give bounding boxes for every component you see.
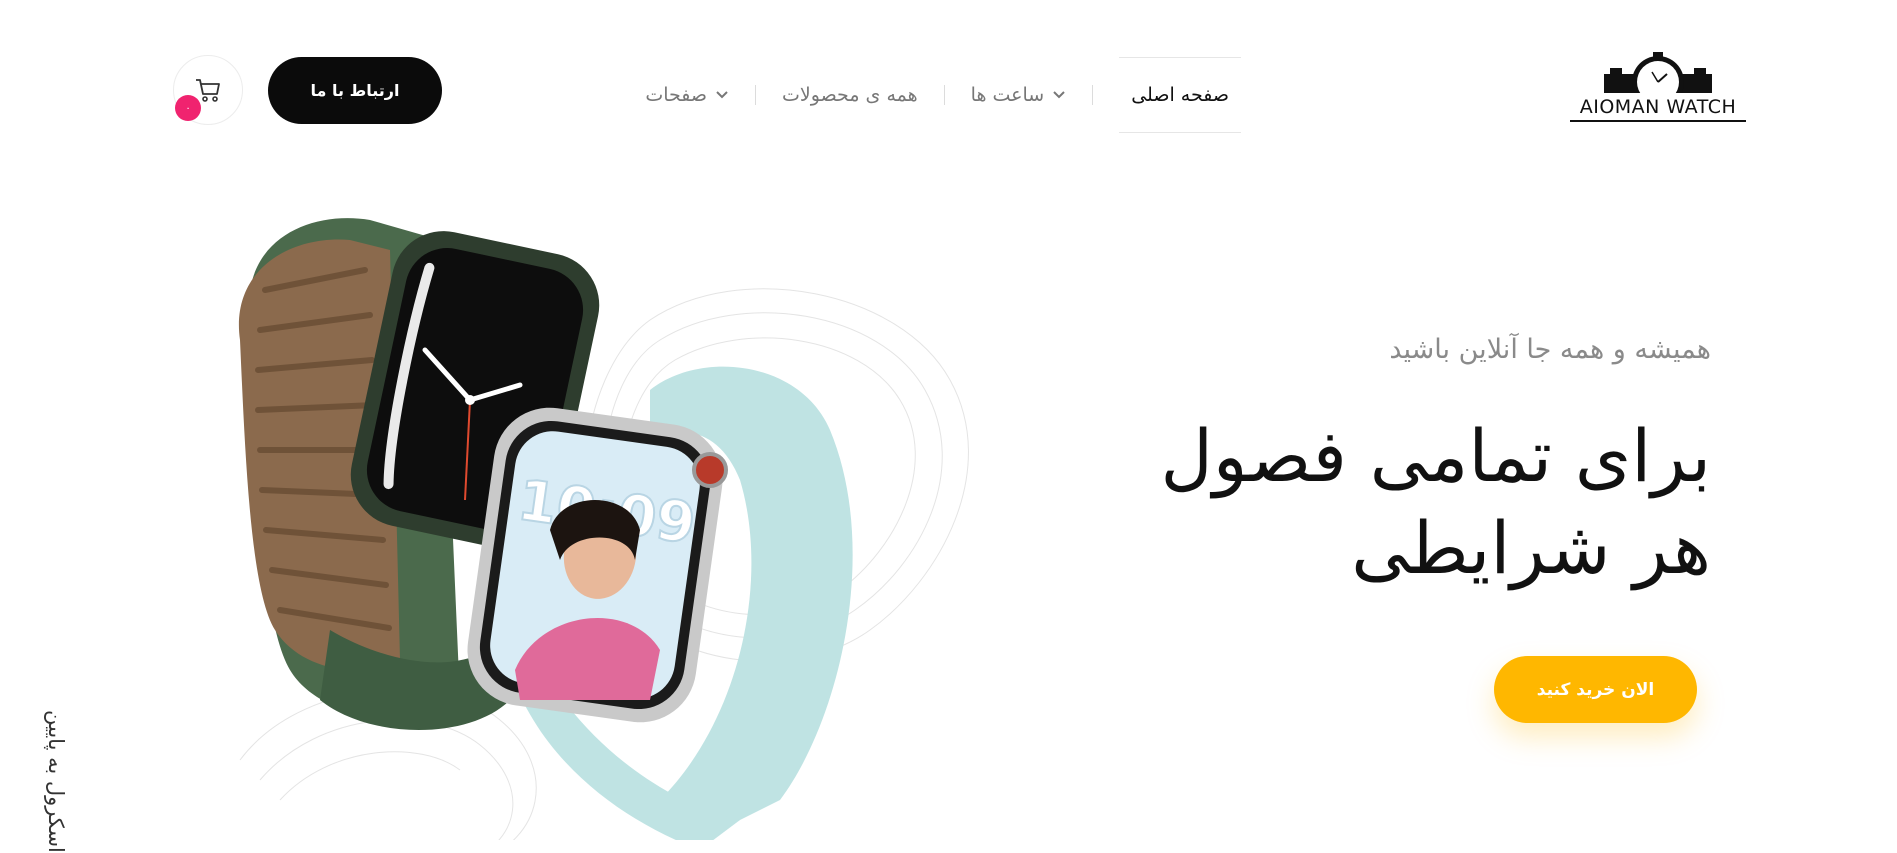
- watches-illustration: 10:09: [238, 218, 969, 840]
- logo-underline: [1570, 120, 1746, 122]
- nav-item-label: همه ی محصولات: [782, 84, 918, 106]
- cart-count-badge: ۰: [175, 95, 201, 121]
- hero-title-line-1: برای تمامی فصول: [1160, 414, 1711, 498]
- scroll-hint[interactable]: اسکرول به پایین: [44, 710, 68, 853]
- brand-logo[interactable]: AIOMAN WATCH: [1570, 52, 1746, 122]
- nav-item-watches[interactable]: ساعت ها: [971, 84, 1067, 106]
- hero-title: برای تمامی فصول هر شرایطی: [1071, 410, 1711, 594]
- logo-watch-icon: [1604, 52, 1712, 102]
- logo-text: AIOMAN WATCH: [1579, 96, 1737, 118]
- nav-separator: [1092, 85, 1094, 105]
- nav-item-label: صفحات: [645, 84, 708, 106]
- contact-button[interactable]: ارتباط با ما: [268, 57, 442, 124]
- hero-product-image: 10:09: [180, 200, 1090, 840]
- nav-item-label: ساعت ها: [970, 84, 1045, 106]
- nav-item-label: صفحه اصلی: [1131, 84, 1229, 106]
- nav-item-home[interactable]: صفحه اصلی: [1119, 57, 1241, 133]
- nav-separator: [943, 85, 945, 105]
- buy-now-button[interactable]: الان خرید کنید: [1494, 656, 1697, 723]
- chevron-down-icon: [715, 88, 729, 102]
- hero-title-line-2: هر شرایطی: [1351, 506, 1711, 590]
- nav-separator: [755, 85, 757, 105]
- nav-item-all-products[interactable]: همه ی محصولات: [782, 84, 918, 106]
- hero-subtitle: همیشه و همه جا آنلاین باشید: [1389, 334, 1711, 365]
- main-nav: صفحات همه ی محصولات ساعت ها صفحه اصلی: [645, 57, 1241, 133]
- chevron-down-icon: [1052, 88, 1066, 102]
- nav-item-pages[interactable]: صفحات: [645, 84, 729, 106]
